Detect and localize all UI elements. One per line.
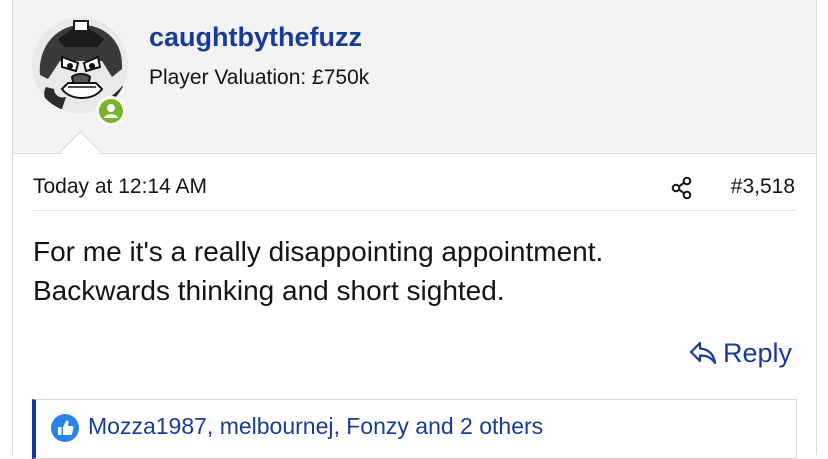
reply-label: Reply [722,337,792,368]
user-header: caughtbythefuzz Player Valuation: £750k [13,0,816,154]
reaction-users-link[interactable]: Mozza1987, melbournej, Fonzy and 2 other… [88,413,543,440]
divider [33,210,796,211]
share-icon[interactable] [671,176,693,200]
post-body-line: Backwards thinking and short sighted. [33,275,505,306]
online-indicator-icon [99,99,123,123]
thumbs-up-icon [51,414,79,442]
post-body-line: For me it's a really disappointing appoi… [33,236,604,267]
reply-arrow-icon [689,341,717,365]
reply-button[interactable]: Reply [689,337,792,369]
reactions-bar: Mozza1987, melbournej, Fonzy and 2 other… [32,399,797,459]
post-container: caughtbythefuzz Player Valuation: £750k … [12,0,817,459]
player-valuation: Player Valuation: £750k [149,66,370,89]
post-number-link[interactable]: #3,518 [731,175,795,199]
online-indicator [96,96,126,126]
post-body: For me it's a really disappointing appoi… [33,232,773,310]
post-date[interactable]: Today at 12:14 AM [33,175,207,199]
username-link[interactable]: caughtbythefuzz [149,22,362,53]
